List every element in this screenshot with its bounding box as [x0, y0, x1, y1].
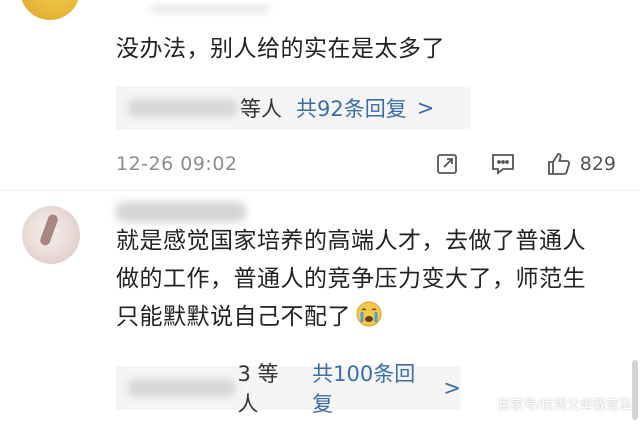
comment-actions: 829: [404, 148, 616, 180]
comment-meta: 12-26 09:02 829: [116, 148, 626, 180]
chevron-right-icon: >: [443, 376, 461, 400]
comment-text: 没办法，别人给的实在是太多了: [116, 36, 445, 62]
comment-line: 只能默默说自己不配了: [116, 298, 626, 340]
replies-preview[interactable]: 3 等人 共100条回复 >: [116, 362, 461, 416]
comment-divider: [0, 190, 640, 191]
thumbs-up-icon[interactable]: [546, 151, 572, 177]
scrollbar[interactable]: [632, 360, 638, 420]
reply-usernames-redacted: [128, 99, 238, 117]
comment-line: 就是感觉国家培养的高端人才，去做了普通人: [116, 228, 586, 254]
timestamp: 12-26 09:02: [116, 153, 238, 175]
view-replies-link[interactable]: 共100条回复: [312, 358, 433, 418]
comment-text: 就是感觉国家培养的高端人才，去做了普通人 做的工作，普通人的竞争压力变大了，师范…: [116, 222, 626, 340]
username-redacted: [150, 4, 270, 14]
reply-usernames-redacted: [128, 379, 236, 397]
user-avatar[interactable]: [22, 206, 80, 264]
username-redacted: [116, 202, 246, 222]
like-count: 829: [579, 153, 616, 175]
watermark: 百家号/优秀父母教育日: [497, 398, 632, 413]
comment-icon[interactable]: [490, 151, 516, 177]
chevron-right-icon: >: [416, 96, 435, 120]
reply-people-label: 等人: [240, 97, 282, 121]
comment-line-text: 只能默默说自己不配了: [116, 304, 351, 330]
view-replies-link[interactable]: 共92条回复: [296, 93, 407, 123]
user-avatar[interactable]: [20, 0, 80, 20]
share-icon[interactable]: [434, 151, 460, 177]
comment-line: 做的工作，普通人的竞争压力变大了，师范生: [116, 266, 586, 292]
crying-face-emoji: [355, 300, 383, 340]
replies-preview[interactable]: 等人 共92条回复 >: [116, 86, 471, 130]
reply-people-label: 3 等人: [237, 362, 279, 416]
